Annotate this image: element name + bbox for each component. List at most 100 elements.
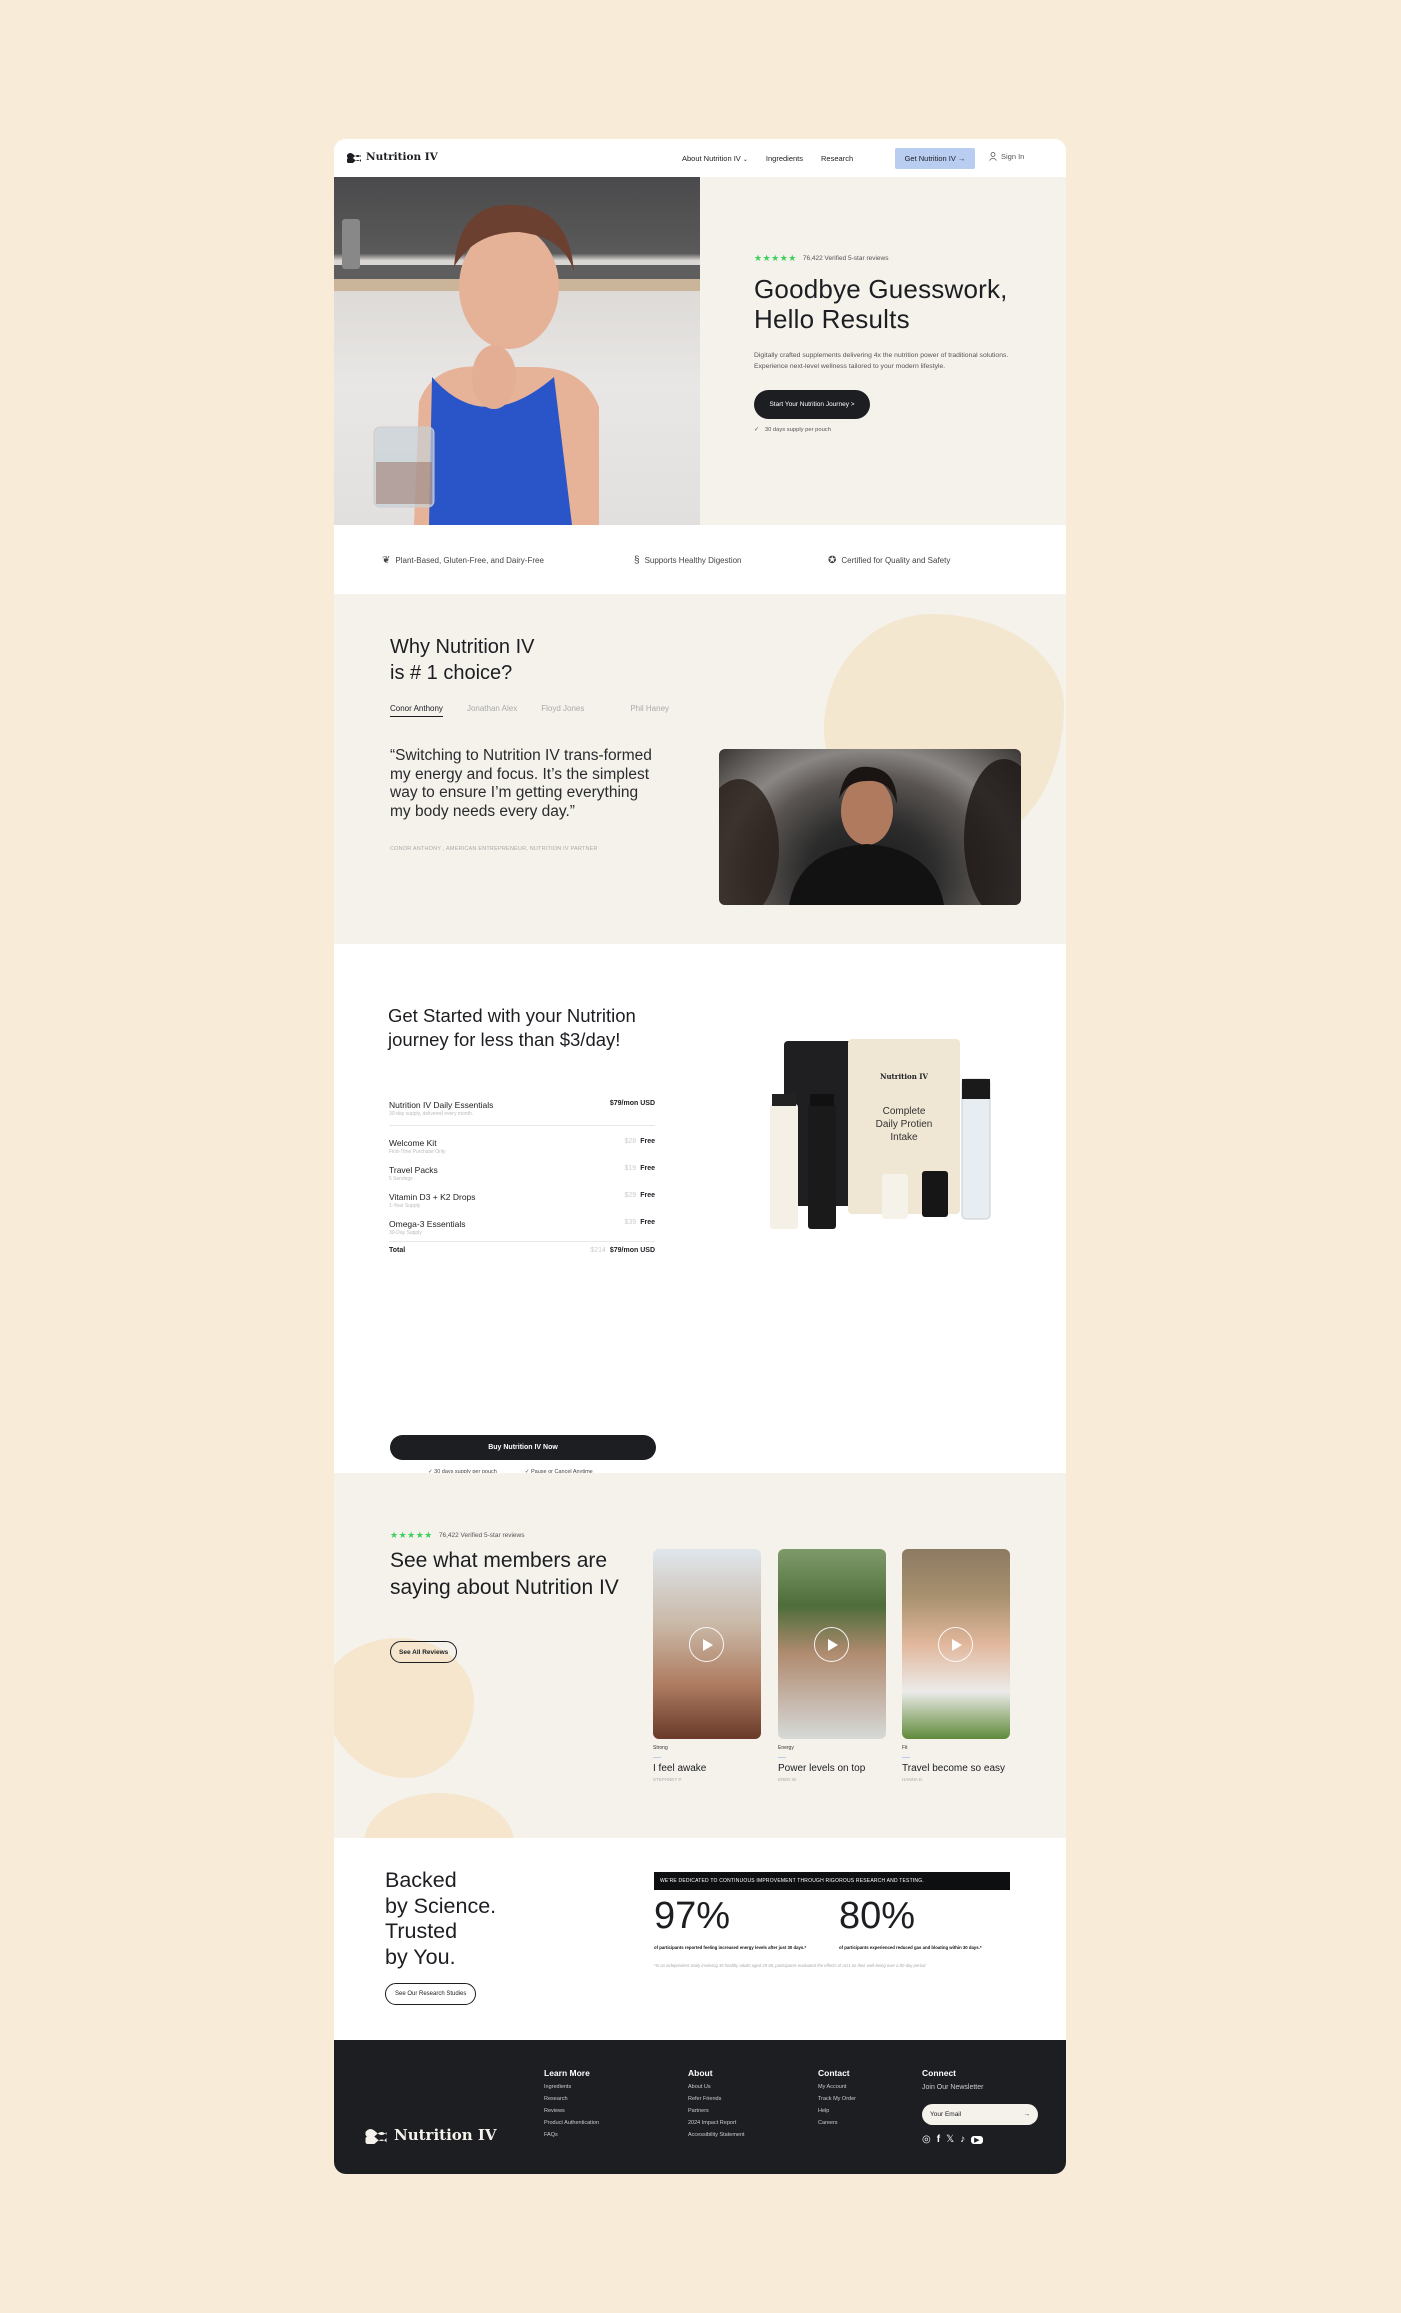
play-icon[interactable] <box>938 1627 973 1662</box>
pricing-section: Get Started with your Nutrition journey … <box>334 944 1066 1475</box>
svg-text:Intake: Intake <box>890 1132 918 1143</box>
testimonial-attribution: CONOR ANTHONY , AMERICAN ENTREPRENEUR, N… <box>390 846 598 852</box>
footer-link[interactable]: Research <box>544 2096 599 2102</box>
facebook-icon[interactable]: f <box>937 2134 940 2145</box>
feature-item: ✪ Certified for Quality and Safety <box>828 555 951 566</box>
footer-link[interactable]: Product Authentication <box>544 2120 599 2126</box>
why-title: Why Nutrition IV is # 1 choice? <box>390 636 535 684</box>
review-video-thumbnail[interactable] <box>653 1549 761 1739</box>
footer-link[interactable]: Refer Friends <box>688 2096 745 2102</box>
digestion-icon: § <box>634 555 640 566</box>
hero-image <box>334 177 700 525</box>
divider <box>389 1241 655 1242</box>
chevron-down-icon: ⌄ <box>742 156 748 163</box>
plan-breakdown: Nutrition IV Daily Essentials 30-day supp… <box>389 1100 655 1254</box>
stat-description: of participants reported feeling increas… <box>654 1945 807 1950</box>
reviews-title: See what members are saying about Nutrit… <box>390 1549 619 1599</box>
stat-value: 97% <box>654 1895 731 1937</box>
buy-now-button[interactable]: Buy Nutrition IV Now <box>390 1435 656 1460</box>
reviews-section: ★★★★★ 76,422 Verified 5-star reviews See… <box>334 1473 1066 1838</box>
feature-item: § Supports Healthy Digestion <box>634 555 742 566</box>
social-links: ◎ f 𝕏 ♪ ▶ <box>922 2134 983 2145</box>
sign-in-link[interactable]: Sign In <box>989 152 1024 161</box>
hero-subtitle: Digitally crafted supplements delivering… <box>754 352 1009 370</box>
decorative-blob <box>364 1793 514 1838</box>
hero-rating: ★★★★★ 76,422 Verified 5-star reviews <box>754 253 1054 264</box>
study-footnote: *In an independent study involving 35 he… <box>654 1963 927 1968</box>
total-row: Total $214 $79/mon USD <box>389 1247 655 1254</box>
page-card: Nutrition IV About Nutrition IV ⌄ Ingred… <box>334 139 1066 2174</box>
pricing-title: Get Started with your Nutrition journey … <box>388 1005 636 1050</box>
footer-link[interactable]: Ingredients <box>544 2084 599 2090</box>
included-item: Welcome Kit First-Time Purchase Only $28 F… <box>389 1138 655 1155</box>
footer-logo[interactable]: Nutrition IV <box>364 2126 497 2144</box>
start-journey-button[interactable]: Start Your Nutrition Journey > <box>754 390 870 419</box>
research-studies-button[interactable]: See Our Research Studies <box>385 1983 477 2005</box>
nav-link-ingredients[interactable]: Ingredients <box>766 154 803 163</box>
review-card[interactable]: Fit Travel become so easy HANNA D. <box>902 1549 1012 1782</box>
nav-link-research[interactable]: Research <box>821 154 853 163</box>
footer-column-about: About About Us Refer Friends Partners 20… <box>688 2068 745 2138</box>
review-card[interactable]: Strong I feel awake STEPHNEY P. <box>653 1549 763 1782</box>
footer-link[interactable]: Help <box>818 2108 856 2114</box>
top-nav: Nutrition IV About Nutrition IV ⌄ Ingred… <box>334 139 1066 177</box>
tab-conor-anthony[interactable]: Conor Anthony <box>390 704 443 717</box>
brand-logo[interactable]: Nutrition IV <box>346 151 438 163</box>
stat-value: 80% <box>839 1895 916 1937</box>
footer-link[interactable]: Partners <box>688 2108 745 2114</box>
hero-section: ★★★★★ 76,422 Verified 5-star reviews Goo… <box>334 177 1066 525</box>
rating-text: 76,422 Verified 5-star reviews <box>802 255 889 262</box>
youtube-icon[interactable]: ▶ <box>971 2135 983 2144</box>
review-tag: Energy <box>778 1745 794 1751</box>
footer-link[interactable]: FAQs <box>544 2132 599 2138</box>
logo-waves-icon <box>347 153 361 163</box>
newsletter-email-input[interactable]: Your Email → <box>922 2104 1038 2125</box>
supply-note: ✓ 30 days supply per pouch <box>754 427 831 433</box>
footer-link[interactable]: Accessibility Statement <box>688 2132 745 2138</box>
x-icon[interactable]: 𝕏 <box>946 2134 954 2145</box>
why-section: Why Nutrition IV is # 1 choice? Conor An… <box>334 594 1066 944</box>
tab-floyd-jones[interactable]: Floyd Jones <box>541 704 584 717</box>
play-icon[interactable] <box>814 1627 849 1662</box>
review-author: HANNA D. <box>902 1777 924 1782</box>
nav-links: About Nutrition IV ⌄ Ingredients Researc… <box>682 139 871 177</box>
footer-link[interactable]: Careers <box>818 2120 856 2126</box>
footer-link[interactable]: Reviews <box>544 2108 599 2114</box>
footer-column-contact: Contact My Account Track My Order Help C… <box>818 2068 856 2126</box>
tiktok-icon[interactable]: ♪ <box>960 2134 965 2145</box>
play-icon[interactable] <box>689 1627 724 1662</box>
tab-phil-haney[interactable]: Phil Haney <box>630 704 669 717</box>
see-all-reviews-button[interactable]: See All Reviews <box>390 1641 458 1663</box>
review-video-thumbnail[interactable] <box>902 1549 1010 1739</box>
review-video-thumbnail[interactable] <box>778 1549 886 1739</box>
get-nutrition-button[interactable]: Get Nutrition IV → <box>895 148 975 169</box>
science-section: Backed by Science. Trusted by You. See O… <box>334 1838 1066 2040</box>
plan-row: Nutrition IV Daily Essentials 30-day supp… <box>389 1100 655 1117</box>
included-item: Vitamin D3 + K2 Drops 1-Year Supply $29 Fr… <box>389 1192 655 1209</box>
arrow-right-icon[interactable]: → <box>1024 2111 1031 2118</box>
science-title: Backed by Science. Trusted by You. <box>385 1868 497 1969</box>
features-bar: ❦ Plant-Based, Gluten-Free, and Dairy-Fr… <box>334 525 1066 594</box>
review-card[interactable]: Energy Power levels on top EREN W. <box>778 1549 888 1782</box>
product-bundle-image: Nutrition IV Complete Daily Protien Inta… <box>762 1039 1002 1229</box>
footer-link[interactable]: My Account <box>818 2084 856 2090</box>
footer-link[interactable]: About Us <box>688 2084 745 2090</box>
review-author: EREN W. <box>778 1777 798 1782</box>
nav-link-about[interactable]: About Nutrition IV ⌄ <box>682 154 748 163</box>
testimonial-tabs: Conor Anthony Jonathan Alex Floyd Jones … <box>390 704 693 717</box>
instagram-icon[interactable]: ◎ <box>922 2134 931 2145</box>
svg-text:Daily Protien: Daily Protien <box>876 1119 933 1130</box>
five-stars-icon: ★★★★★ <box>390 1530 433 1540</box>
review-title: I feel awake <box>653 1763 707 1774</box>
review-tag: Strong <box>653 1745 668 1751</box>
review-title: Power levels on top <box>778 1763 866 1774</box>
tab-jonathan-alex[interactable]: Jonathan Alex <box>467 704 517 717</box>
award-ribbon-icon: ✪ <box>828 555 837 566</box>
five-stars-icon: ★★★★★ <box>754 253 797 263</box>
check-icon: ✓ <box>754 427 759 433</box>
svg-text:Complete: Complete <box>883 1106 926 1117</box>
testimonial-quote: “Switching to Nutrition IV trans-formed … <box>390 747 652 820</box>
footer-link[interactable]: Track My Order <box>818 2096 856 2102</box>
footer-link[interactable]: 2024 Impact Report <box>688 2120 745 2126</box>
logo-waves-icon <box>365 2129 387 2144</box>
